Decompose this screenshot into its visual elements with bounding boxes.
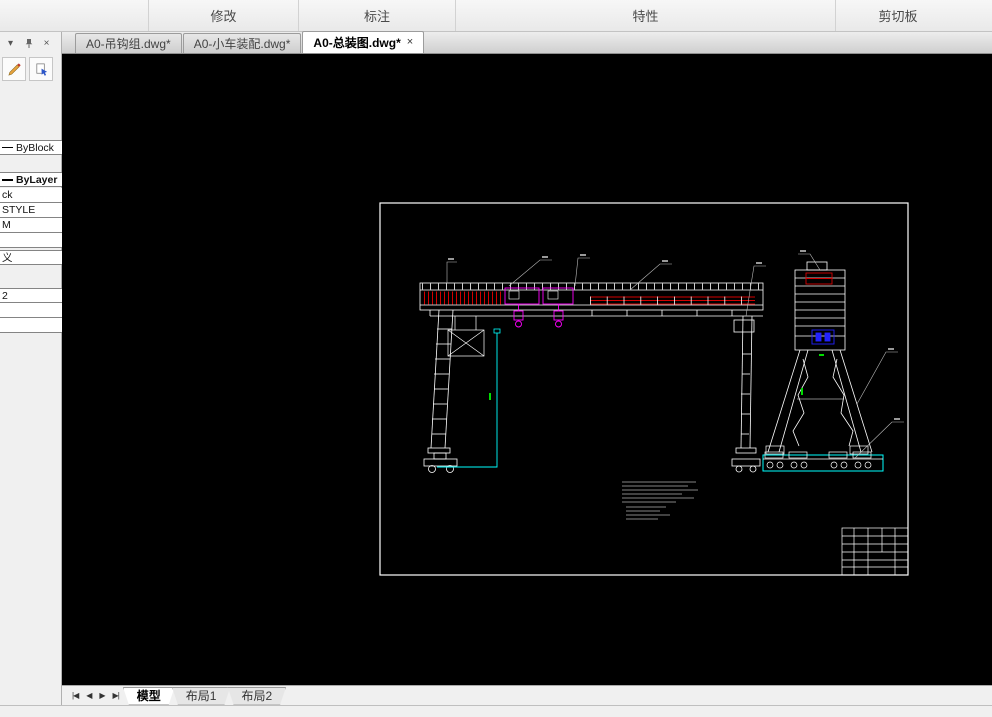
property-row[interactable]: 义	[0, 250, 62, 265]
property-value: ck	[2, 189, 13, 201]
pin-icon[interactable]	[23, 37, 34, 49]
notes-block	[622, 481, 698, 520]
doc-tab-hook-group[interactable]: A0-吊钩组.dwg*	[75, 33, 182, 53]
document-area: A0-吊钩组.dwg* A0-小车装配.dwg* A0-总装图.dwg* × |…	[62, 31, 992, 705]
leader-lines	[446, 253, 904, 460]
block-tool-button[interactable]	[29, 57, 53, 81]
doc-tab-trolley-assembly[interactable]: A0-小车装配.dwg*	[182, 33, 302, 53]
property-row[interactable]: ck	[0, 188, 62, 203]
layout-tabbar: |◀ ◀ ▶ ▶| 模型 布局1 布局2	[62, 685, 992, 705]
doc-tab-label: A0-总装图.dwg*	[313, 36, 401, 50]
trolley	[504, 287, 574, 328]
ribbon-panel-properties[interactable]: 特性	[455, 0, 835, 31]
ribbon-spacer	[0, 0, 148, 31]
pencil-icon	[7, 62, 21, 76]
main-area: ▾ × ByBlock ByLayer ck STYLE M 义 2 A0-吊钩…	[0, 31, 992, 705]
block-select-icon	[35, 63, 47, 76]
property-row[interactable]: STYLE	[0, 203, 62, 218]
property-value: STYLE	[2, 204, 36, 216]
palette-toolbar	[0, 54, 61, 83]
edit-tool-button[interactable]	[2, 57, 26, 81]
ribbon-panel-clipboard[interactable]: 剪切板	[835, 0, 960, 31]
reference-ticks	[489, 354, 824, 400]
property-row[interactable]	[0, 318, 62, 333]
document-tabbar: A0-吊钩组.dwg* A0-小车装配.dwg* A0-总装图.dwg* ×	[62, 31, 992, 54]
close-icon[interactable]: ×	[407, 37, 413, 48]
property-value: M	[2, 219, 11, 231]
left-leg	[423, 309, 458, 473]
linetype-sample	[2, 147, 13, 148]
ribbon-panel-annotate[interactable]: 标注	[298, 0, 455, 31]
pin-icon-glyph	[25, 38, 32, 48]
properties-palette: ▾ × ByBlock ByLayer ck STYLE M 义 2	[0, 32, 62, 705]
girder-bracket	[447, 316, 485, 357]
property-value: ByBlock	[16, 141, 54, 154]
property-value: 义	[2, 252, 13, 264]
ribbon: 修改 标注 特性 剪切板	[0, 0, 992, 32]
right-leg	[731, 315, 761, 473]
chevron-down-icon[interactable]: ▾	[5, 37, 16, 49]
ribbon-panel-modify[interactable]: 修改	[148, 0, 298, 31]
property-row[interactable]: ByLayer	[0, 172, 62, 187]
title-block	[841, 527, 909, 576]
last-layout-button[interactable]: ▶|	[109, 691, 123, 700]
property-value: 2	[2, 289, 8, 302]
next-layout-button[interactable]: ▶	[95, 691, 108, 700]
layout-tab-layout2[interactable]: 布局2	[227, 687, 286, 705]
palette-header: ▾ ×	[0, 32, 61, 54]
end-view	[762, 261, 884, 472]
drawing-canvas[interactable]	[62, 54, 992, 685]
layout-tab-model[interactable]: 模型	[123, 687, 175, 705]
prev-layout-button[interactable]: ◀	[82, 691, 95, 700]
ribbon-spacer-end	[960, 0, 992, 31]
main-girder	[419, 282, 764, 317]
property-row[interactable]: 2	[0, 288, 62, 303]
property-row[interactable]: M	[0, 218, 62, 233]
property-value: ByLayer	[16, 173, 58, 186]
first-layout-button[interactable]: |◀	[68, 691, 82, 700]
doc-tab-general-assembly[interactable]: A0-总装图.dwg* ×	[302, 31, 425, 53]
layout-tab-layout1[interactable]: 布局1	[172, 687, 231, 705]
property-row[interactable]	[0, 303, 62, 318]
gantry-crane-drawing	[379, 202, 909, 576]
close-icon[interactable]: ×	[41, 37, 52, 49]
linetype-sample	[2, 178, 13, 181]
status-bar	[0, 705, 992, 717]
property-row[interactable]	[0, 233, 62, 248]
property-row[interactable]: ByBlock	[0, 140, 62, 155]
